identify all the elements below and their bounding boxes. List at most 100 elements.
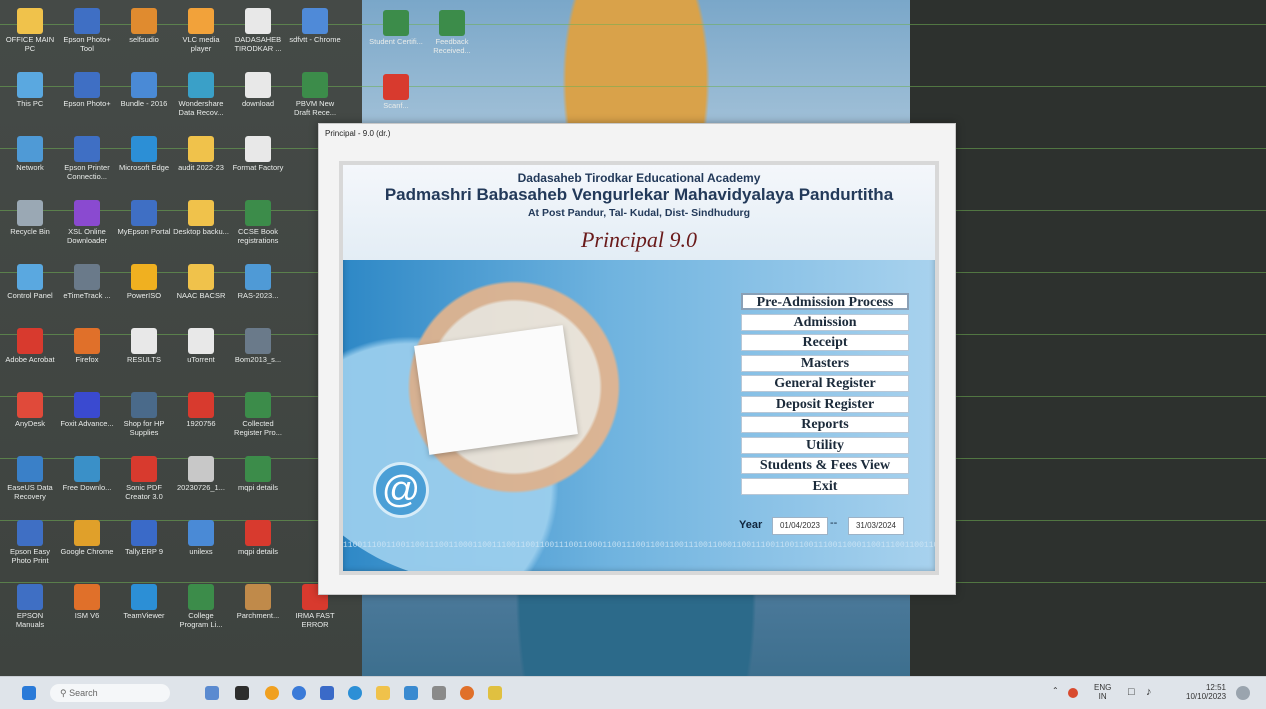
desktop-shortcut[interactable]: Bundle - 2016 — [116, 72, 172, 132]
desktop-shortcut[interactable]: Collected Register Pro... — [230, 392, 286, 452]
desktop-shortcut[interactable]: RAS-2023... — [230, 264, 286, 324]
admission-button[interactable]: Admission — [741, 313, 909, 331]
desktop-shortcut[interactable]: Free Downlo... — [59, 456, 115, 516]
language-indicator[interactable]: ENG IN — [1094, 683, 1111, 701]
desktop-shortcut[interactable]: Student Certifi... — [368, 10, 424, 70]
network-icon[interactable]: □ — [1128, 686, 1135, 698]
desktop-shortcut[interactable]: Epson Photo+ — [59, 72, 115, 132]
desktop-shortcut[interactable]: MyEpson Portal — [116, 200, 172, 260]
desktop-shortcut[interactable]: CCSE Book registrations — [230, 200, 286, 260]
desktop-shortcut[interactable]: NAAC BACSR — [173, 264, 229, 324]
desktop-shortcut[interactable]: Epson Photo+ Tool — [59, 8, 115, 68]
desktop-shortcut[interactable]: Feedback Received... — [424, 10, 480, 70]
shortcut-icon — [188, 136, 214, 162]
students-fees-view-button[interactable]: Students & Fees View — [741, 457, 909, 474]
shortcut-label: mqpi details — [237, 483, 279, 492]
desktop-shortcut[interactable]: Epson Printer Connectio... — [59, 136, 115, 196]
desktop-shortcut[interactable]: audit 2022-23 — [173, 136, 229, 196]
exit-button[interactable]: Exit — [741, 477, 909, 495]
shortcut-label: MyEpson Portal — [117, 227, 171, 236]
desktop-shortcut[interactable]: EaseUS Data Recovery — [2, 456, 58, 516]
desktop-shortcut[interactable]: sdfvtt - Chrome — [287, 8, 343, 68]
desktop-shortcut[interactable]: Recycle Bin — [2, 200, 58, 260]
taskbar: ⚲ Search ⌃ ENG IN □ ♪ 12:51 10/10/2023 — [0, 676, 1266, 709]
desktop-shortcut[interactable]: Format Factory — [230, 136, 286, 196]
shortcut-icon — [245, 392, 271, 418]
desktop-shortcut[interactable]: RESULTS — [116, 328, 172, 388]
clock[interactable]: 12:51 10/10/2023 — [1186, 683, 1226, 701]
chat-icon[interactable] — [292, 686, 306, 700]
app-taskbar-icon-4[interactable] — [488, 686, 502, 700]
desktop-shortcut[interactable]: ISM V6 — [59, 584, 115, 644]
desktop-right-area — [910, 0, 1266, 676]
utility-button[interactable]: Utility — [741, 436, 909, 454]
desktop-shortcut[interactable]: Control Panel — [2, 264, 58, 324]
chrome-icon[interactable] — [460, 686, 474, 700]
file-explorer-icon[interactable] — [376, 686, 390, 700]
desktop-shortcut[interactable]: download — [230, 72, 286, 132]
app-name: Principal 9.0 — [580, 227, 698, 252]
desktop-shortcut[interactable]: Tally.ERP 9 — [116, 520, 172, 580]
shortcut-label: RESULTS — [126, 355, 162, 364]
tray-app-icon[interactable] — [1068, 688, 1078, 698]
deposit-register-button[interactable]: Deposit Register — [741, 395, 909, 413]
desktop-shortcut[interactable]: mqpi details — [230, 520, 286, 580]
desktop-shortcut[interactable]: XSL Online Downloader — [59, 200, 115, 260]
chevron-up-icon[interactable]: ⌃ — [1052, 686, 1059, 695]
desktop-shortcut[interactable]: selfsudio — [116, 8, 172, 68]
desktop-shortcut[interactable]: OFFICE MAIN PC — [2, 8, 58, 68]
desktop-shortcut[interactable]: Adobe Acrobat — [2, 328, 58, 388]
shortcut-label: Student Certifi... — [369, 37, 423, 46]
volume-icon[interactable]: ♪ — [1146, 686, 1152, 698]
edge-icon[interactable] — [348, 686, 362, 700]
desktop-shortcut[interactable]: Wondershare Data Recov... — [173, 72, 229, 132]
shortcut-icon — [302, 8, 328, 34]
desktop-shortcut[interactable]: unilexs — [173, 520, 229, 580]
desktop-shortcut[interactable]: mqpi details — [230, 456, 286, 516]
desktop-shortcut[interactable]: EPSON Manuals — [2, 584, 58, 644]
desktop-shortcut[interactable]: 20230726_1... — [173, 456, 229, 516]
app-taskbar-icon-2[interactable] — [320, 686, 334, 700]
clock-date: 10/10/2023 — [1186, 692, 1227, 701]
year-to-field[interactable]: 31/03/2024 — [848, 517, 904, 535]
desktop-shortcut[interactable]: PowerISO — [116, 264, 172, 324]
mail-icon[interactable] — [404, 686, 418, 700]
desktop-shortcut[interactable]: uTorrent — [173, 328, 229, 388]
desktop-shortcut[interactable]: Network — [2, 136, 58, 196]
app-main-panel: Dadasaheb Tirodkar Educational Academy P… — [339, 161, 939, 575]
desktop-shortcut[interactable]: 1920756 — [173, 392, 229, 452]
taskbar-search[interactable]: ⚲ Search — [50, 684, 170, 702]
desktop-shortcut[interactable]: VLC media player — [173, 8, 229, 68]
receipt-button[interactable]: Receipt — [741, 334, 909, 351]
desktop-shortcut[interactable]: Epson Easy Photo Print — [2, 520, 58, 580]
desktop-shortcut[interactable]: Microsoft Edge — [116, 136, 172, 196]
reports-button[interactable]: Reports — [741, 416, 909, 433]
desktop-shortcut[interactable]: Desktop backu... — [173, 200, 229, 260]
app-taskbar-icon-3[interactable] — [432, 686, 446, 700]
desktop-shortcut[interactable]: Foxit Advance... — [59, 392, 115, 452]
masters-button[interactable]: Masters — [741, 354, 909, 372]
start-windows-icon[interactable] — [22, 686, 36, 700]
desktop-shortcut[interactable]: This PC — [2, 72, 58, 132]
shortcut-label: Shop for HP Supplies — [123, 419, 165, 437]
desktop-shortcut[interactable]: Parchment... — [230, 584, 286, 644]
task-view-icon[interactable] — [205, 686, 219, 700]
search-placeholder: Search — [69, 688, 98, 698]
desktop-shortcut[interactable]: AnyDesk — [2, 392, 58, 452]
desktop-shortcut[interactable]: TeamViewer — [116, 584, 172, 644]
desktop-shortcut[interactable]: College Program Li... — [173, 584, 229, 644]
app-taskbar-icon[interactable] — [235, 686, 249, 700]
desktop-shortcut[interactable]: DADASAHEB TIRODKAR ... — [230, 8, 286, 68]
desktop-shortcut[interactable]: Sonic PDF Creator 3.0 — [116, 456, 172, 516]
desktop-shortcut[interactable]: eTimeTrack ... — [59, 264, 115, 324]
notification-center-icon[interactable] — [1236, 686, 1250, 700]
shortcut-icon — [17, 520, 43, 546]
desktop-shortcut[interactable]: Firefox — [59, 328, 115, 388]
general-register-button[interactable]: General Register — [741, 375, 909, 392]
notification-app-icon[interactable] — [265, 686, 279, 700]
desktop-shortcut[interactable]: Bom2013_s... — [230, 328, 286, 388]
desktop-shortcut[interactable]: Shop for HP Supplies — [116, 392, 172, 452]
pre-admission-button[interactable]: Pre-Admission Process — [741, 293, 909, 310]
desktop-shortcut[interactable]: Google Chrome — [59, 520, 115, 580]
year-from-field[interactable]: 01/04/2023 — [772, 517, 828, 535]
